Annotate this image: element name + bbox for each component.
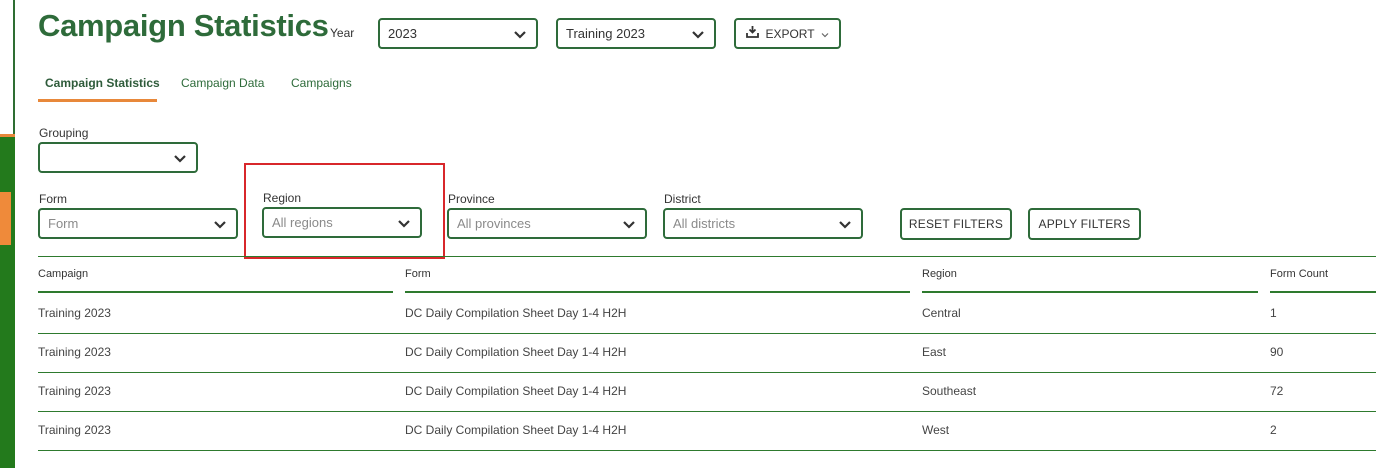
grouping-select[interactable] [38, 142, 198, 173]
cell-region: Southeast [922, 384, 977, 398]
export-label: EXPORT [765, 26, 815, 41]
year-label: Year [330, 26, 355, 40]
grouping-label: Grouping [39, 126, 89, 140]
province-label: Province [448, 192, 495, 206]
cell-form: DC Daily Compilation Sheet Day 1-4 H2H [405, 384, 627, 398]
active-tab-indicator [38, 99, 157, 102]
form-select[interactable]: Form [38, 208, 238, 239]
year-select[interactable]: 2023 [378, 18, 538, 49]
district-select[interactable]: All districts [663, 208, 863, 239]
cell-form-count: 1 [1270, 306, 1277, 320]
cell-region: Central [922, 306, 961, 320]
province-select[interactable]: All provinces [447, 208, 647, 239]
table-row[interactable]: Training 2023 DC Daily Compilation Sheet… [38, 294, 1376, 334]
cell-campaign: Training 2023 [38, 423, 111, 437]
cell-campaign: Training 2023 [38, 345, 111, 359]
table-row[interactable]: Training 2023 DC Daily Compilation Sheet… [38, 411, 1376, 451]
column-underline [1270, 291, 1376, 293]
campaign-select[interactable]: Training 2023 [556, 18, 716, 49]
export-button[interactable]: EXPORT [734, 18, 841, 49]
form-label: Form [39, 192, 67, 206]
cell-campaign: Training 2023 [38, 384, 111, 398]
cell-form-count: 72 [1270, 384, 1284, 398]
year-select-value: 2023 [388, 26, 417, 41]
table-top-divider [38, 256, 1376, 257]
table-row[interactable]: Training 2023 DC Daily Compilation Sheet… [38, 372, 1376, 412]
region-highlight-box [244, 163, 445, 259]
tab-campaigns[interactable]: Campaigns [291, 76, 352, 90]
province-select-placeholder: All provinces [457, 216, 531, 231]
campaign-select-value: Training 2023 [566, 26, 646, 41]
cell-form-count: 90 [1270, 345, 1284, 359]
cell-form: DC Daily Compilation Sheet Day 1-4 H2H [405, 345, 627, 359]
column-header-form-count[interactable]: Form Count [1270, 268, 1328, 280]
download-icon [746, 26, 760, 41]
cell-region: East [922, 345, 947, 359]
chevron-down-icon [172, 150, 188, 166]
cell-region: West [922, 423, 950, 437]
page-title: Campaign Statistics [38, 8, 329, 43]
cell-form-count: 2 [1270, 423, 1277, 437]
chevron-down-icon [512, 26, 528, 42]
sidebar-active-marker [0, 192, 11, 245]
cell-campaign: Training 2023 [38, 306, 111, 320]
chevron-down-icon [821, 27, 829, 41]
form-select-placeholder: Form [48, 216, 79, 231]
tab-campaign-statistics[interactable]: Campaign Statistics [45, 76, 160, 90]
reset-filters-button[interactable]: RESET FILTERS [900, 208, 1012, 240]
cell-form: DC Daily Compilation Sheet Day 1-4 H2H [405, 306, 627, 320]
chevron-down-icon [212, 216, 228, 232]
chevron-down-icon [690, 26, 706, 42]
column-header-campaign[interactable]: Campaign [38, 268, 88, 280]
district-label: District [664, 192, 701, 206]
table-row[interactable]: Training 2023 DC Daily Compilation Sheet… [38, 333, 1376, 373]
chevron-down-icon [837, 216, 853, 232]
column-underline [922, 291, 1258, 293]
cell-form: DC Daily Compilation Sheet Day 1-4 H2H [405, 423, 627, 437]
chevron-down-icon [621, 216, 637, 232]
column-underline [405, 291, 910, 293]
sidebar-rail-top [0, 0, 15, 135]
column-underline [38, 291, 393, 293]
tab-campaign-data[interactable]: Campaign Data [181, 76, 264, 90]
column-header-form[interactable]: Form [405, 268, 431, 280]
district-select-placeholder: All districts [673, 216, 736, 231]
apply-filters-button[interactable]: APPLY FILTERS [1028, 208, 1141, 240]
column-header-region[interactable]: Region [922, 268, 957, 280]
sidebar-rail [0, 137, 15, 468]
